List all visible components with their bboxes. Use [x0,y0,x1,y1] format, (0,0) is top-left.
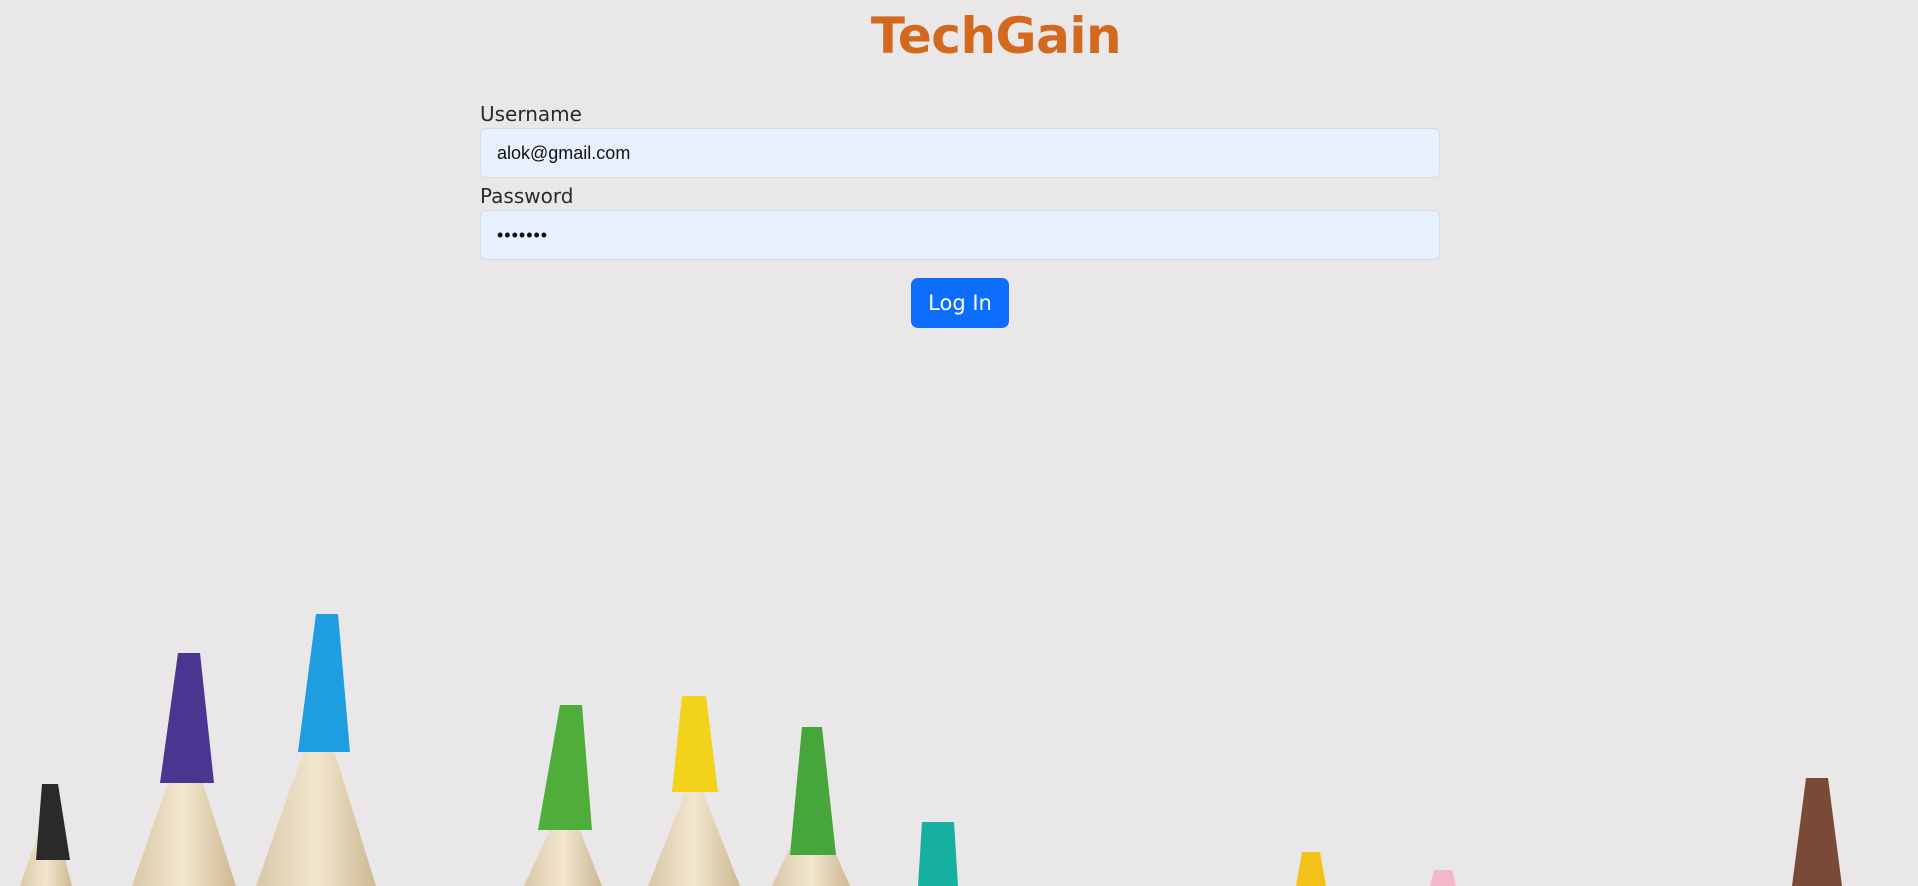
login-form: Username Password Log In [480,100,1440,328]
pencil-green-2 [772,727,850,886]
pencil-yellow-small [1296,852,1326,886]
pencil-teal [918,822,958,886]
pencil-brown [1792,778,1842,886]
pencil-green-1 [524,705,602,886]
pencil-yellow [648,696,740,886]
pencil-black [20,784,72,886]
pencil-purple [132,653,236,886]
login-button[interactable]: Log In [911,278,1009,328]
pencil-pink [1430,870,1456,886]
username-label: Username [480,102,582,126]
password-input[interactable] [480,210,1440,260]
submit-row: Log In [480,278,1440,328]
username-input[interactable] [480,128,1440,178]
brand-title: TechGain [870,7,1122,65]
password-label: Password [480,184,574,208]
pencil-blue [256,614,376,886]
